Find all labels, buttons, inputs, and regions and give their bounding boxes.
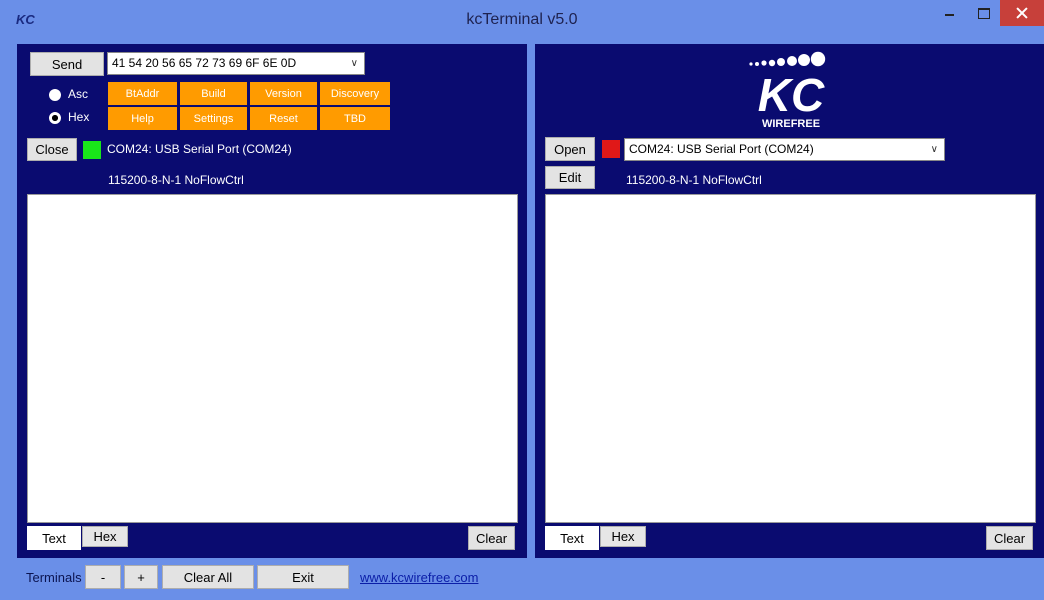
- terminal-output[interactable]: [27, 194, 518, 523]
- version-button[interactable]: Version: [250, 82, 317, 105]
- serial-settings: 115200-8-N-1 NoFlowCtrl: [626, 173, 762, 187]
- clear-all-button[interactable]: Clear All: [162, 565, 254, 589]
- radio-hex-label: Hex: [68, 110, 90, 124]
- radio-hex[interactable]: [49, 112, 61, 124]
- maximize-icon[interactable]: [966, 0, 1000, 26]
- clear-button[interactable]: Clear: [986, 526, 1033, 550]
- tab-hex[interactable]: Hex: [600, 526, 646, 547]
- tab-hex[interactable]: Hex: [82, 526, 128, 547]
- tab-text[interactable]: Text: [545, 526, 599, 550]
- send-button[interactable]: Send: [30, 52, 104, 76]
- clear-button[interactable]: Clear: [468, 526, 515, 550]
- port-select[interactable]: COM24: USB Serial Port (COM24) ∨: [624, 138, 945, 161]
- kc-logo-graphic: KC WIREFREE: [749, 51, 826, 130]
- website-link[interactable]: www.kcwirefree.com: [360, 570, 478, 585]
- serial-settings: 115200-8-N-1 NoFlowCtrl: [108, 173, 244, 187]
- exit-button[interactable]: Exit: [257, 565, 349, 589]
- kc-wirefree-logo: KC WIREFREE: [741, 50, 841, 130]
- window-title: kcTerminal v5.0: [466, 11, 578, 28]
- port-select-value: COM24: USB Serial Port (COM24): [629, 142, 814, 156]
- chevron-down-icon[interactable]: ∨: [351, 53, 358, 74]
- connection-status-indicator: [83, 141, 101, 159]
- terminals-label: Terminals: [26, 570, 82, 585]
- logo-name: KC: [758, 69, 825, 121]
- tbd-button[interactable]: TBD: [320, 107, 390, 130]
- help-button[interactable]: Help: [108, 107, 177, 130]
- close-icon[interactable]: [1000, 0, 1044, 26]
- reset-button[interactable]: Reset: [250, 107, 317, 130]
- connection-status-indicator: [602, 140, 620, 158]
- edit-button[interactable]: Edit: [545, 166, 595, 189]
- title-bar[interactable]: KC kcTerminal v5.0: [0, 0, 1044, 40]
- right-terminal-panel: KC WIREFREE Open COM24: USB Serial Port …: [535, 44, 1044, 558]
- minimize-icon[interactable]: [932, 0, 966, 26]
- port-name: COM24: USB Serial Port (COM24): [107, 142, 292, 156]
- build-button[interactable]: Build: [180, 82, 247, 105]
- radio-asc-label: Asc: [68, 87, 89, 101]
- chevron-down-icon[interactable]: ∨: [931, 139, 938, 160]
- command-value: 41 54 20 56 65 72 73 69 6F 6E 0D: [112, 56, 297, 70]
- command-combo[interactable]: 41 54 20 56 65 72 73 69 6F 6E 0D ∨: [107, 52, 365, 75]
- open-port-button[interactable]: Open: [545, 137, 595, 161]
- remove-terminal-button[interactable]: -: [85, 565, 121, 589]
- radio-asc[interactable]: [49, 89, 61, 101]
- logo-subtitle: WIREFREE: [762, 118, 820, 130]
- btaddr-button[interactable]: BtAddr: [108, 82, 177, 105]
- settings-button[interactable]: Settings: [180, 107, 247, 130]
- tab-text[interactable]: Text: [27, 526, 81, 550]
- terminal-output[interactable]: [545, 194, 1036, 523]
- add-terminal-button[interactable]: +: [124, 565, 158, 589]
- bottom-toolbar: Terminals - + Clear All Exit www.kcwiref…: [17, 563, 1044, 593]
- discovery-button[interactable]: Discovery: [320, 82, 390, 105]
- app-window: KC kcTerminal v5.0 Send 41 54 20 56 65 7…: [0, 0, 1044, 600]
- left-terminal-panel: Send 41 54 20 56 65 72 73 69 6F 6E 0D ∨ …: [17, 44, 527, 558]
- close-port-button[interactable]: Close: [27, 138, 77, 161]
